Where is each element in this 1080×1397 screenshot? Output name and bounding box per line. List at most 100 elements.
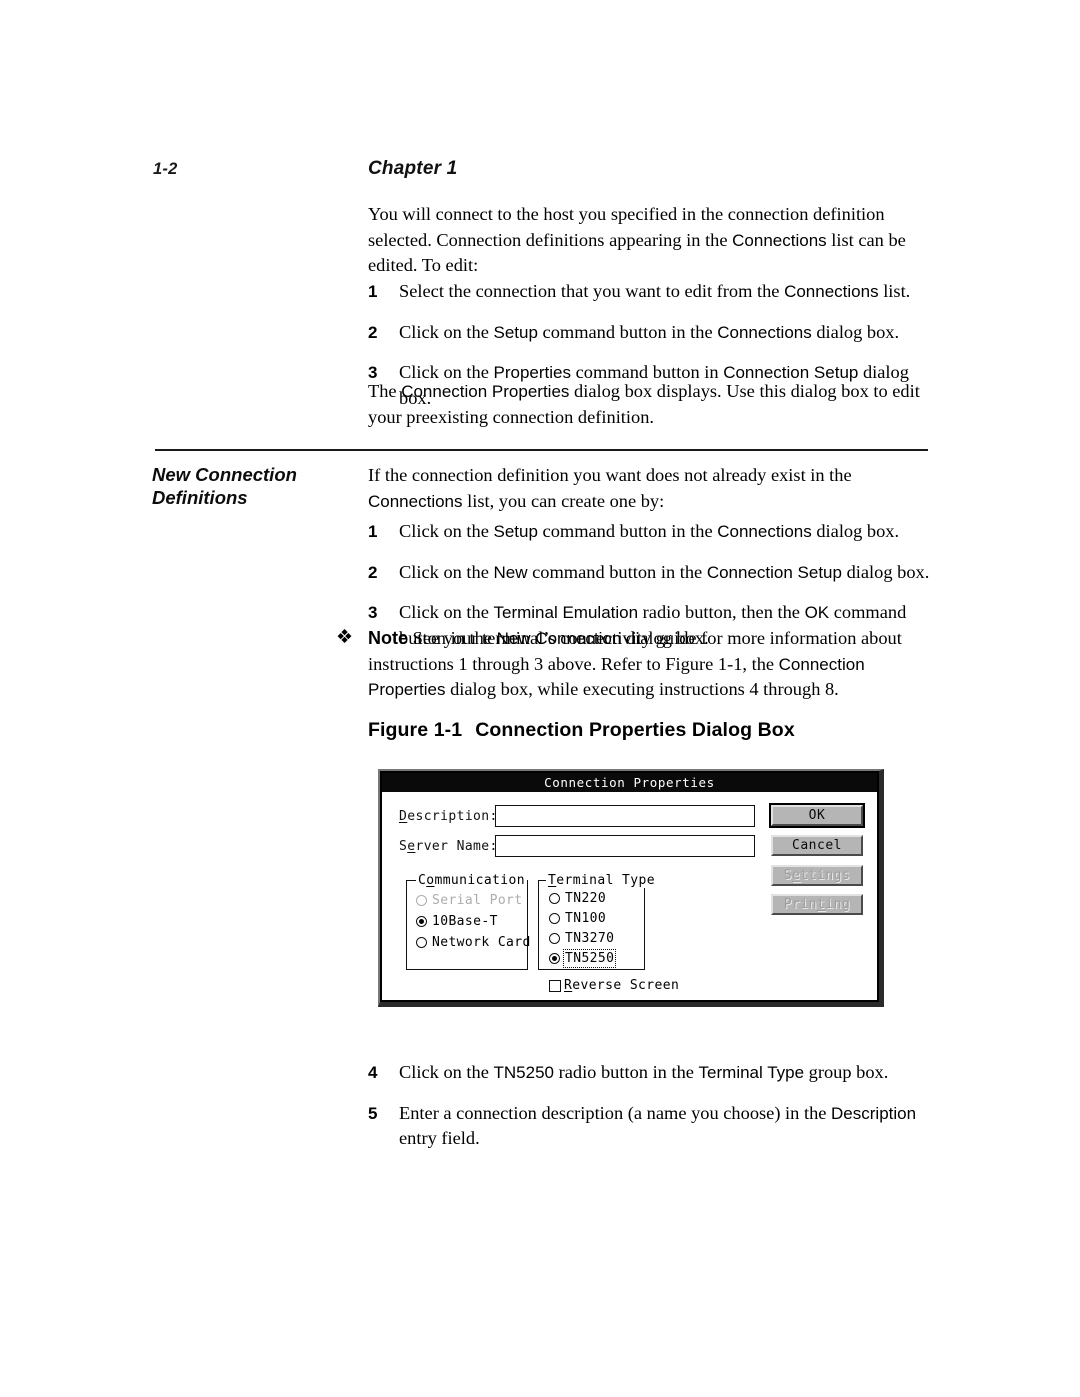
document-page: 1-2 Chapter 1 You will connect to the ho… <box>0 0 1080 1397</box>
server-name-label: Server Name: <box>399 839 498 854</box>
radio-tn100-icon <box>549 913 560 924</box>
step-text-post: dialog box. <box>811 521 900 541</box>
radio-serial-port[interactable]: Serial Port <box>416 893 523 908</box>
after-edit-block: The Connection Properties dialog box dis… <box>368 379 930 430</box>
note-block: ❖ Note See your terminal’s connectivity g… <box>336 626 930 703</box>
step-text-mid: command button in the <box>537 521 718 541</box>
chapter-heading: Chapter 1 <box>368 158 458 179</box>
list-item: 5 Enter a connection description (a name … <box>368 1101 930 1152</box>
step-text-mid: command button in the <box>527 561 707 582</box>
step-ui-term-2: Connections <box>717 522 812 541</box>
settings-button[interactable]: Settings <box>771 865 863 886</box>
printing-label-pre: Prin <box>783 897 817 912</box>
radio-tn5250-icon <box>549 953 560 964</box>
step-ui-term-2: Connections <box>717 322 812 342</box>
step-ui-term-2: Terminal Type <box>698 1063 805 1082</box>
sidehead-line-1: New Connection <box>152 464 297 485</box>
dialog-body: Description: Server Name: Communication … <box>382 792 877 1000</box>
step-text-mid: radio button in the <box>553 1062 699 1082</box>
step-number: 3 <box>368 603 378 623</box>
description-label: Description: <box>399 809 498 824</box>
radio-tn100-label: TN100 <box>565 911 607 926</box>
figure-title: Connection Properties Dialog Box <box>475 719 795 741</box>
terminal-type-group-title: Terminal Type <box>546 873 657 888</box>
step-text-post: group box. <box>804 1062 889 1082</box>
list-item: 1 Click on the Setup command button in th… <box>368 519 930 545</box>
step-text-pre: Click on the <box>399 521 494 541</box>
settings-label-rest: ttings <box>800 868 851 883</box>
step-ui-term: TN5250 <box>493 1063 554 1082</box>
server-name-label-pre: S <box>399 839 408 854</box>
section-sidehead: New Connection Definitions <box>152 463 362 509</box>
note-diamond-icon: ❖ <box>336 627 354 648</box>
description-input[interactable] <box>495 805 755 827</box>
note-body: ❖ Note See your terminal’s connectivity g… <box>336 626 930 703</box>
radio-tn220-label: TN220 <box>565 891 607 906</box>
step-number: 1 <box>368 282 378 301</box>
step-ui-term: Description <box>831 1103 917 1123</box>
page-number: 1-2 <box>153 160 178 178</box>
reverse-screen-accel: R <box>564 978 573 993</box>
reverse-screen-label-rest: everse Screen <box>572 978 680 993</box>
radio-network-card-label: Network Card <box>432 935 531 950</box>
step-text-post: list. <box>878 281 911 301</box>
intro-ui-term: Connections <box>732 230 827 250</box>
dialog-titlebar: Connection Properties <box>382 773 877 792</box>
cancel-button[interactable]: Cancel <box>771 835 863 856</box>
step-number: 4 <box>368 1063 378 1082</box>
radio-tn3270-label: TN3270 <box>565 931 615 946</box>
radio-10base-t[interactable]: 10Base-T <box>416 914 498 929</box>
step-ui-term: Connections <box>784 282 879 301</box>
after-edit-ui-term: Connection Properties <box>401 382 570 401</box>
note-label: Note <box>368 628 408 648</box>
radio-tn3270[interactable]: TN3270 <box>549 931 614 946</box>
reverse-screen-checkbox-row[interactable]: Reverse Screen <box>549 978 679 993</box>
radio-serial-port-label: Serial Port <box>432 893 523 908</box>
printing-button[interactable]: Printing <box>771 894 863 915</box>
list-item: 4 Click on the TN5250 radio button in the… <box>368 1060 930 1086</box>
radio-tn3270-icon <box>549 933 560 944</box>
note-text-post: dialog box, while executing instructions… <box>445 679 839 700</box>
step-ui-term: Setup <box>493 522 538 541</box>
figure-number: Figure 1-1 <box>368 719 463 741</box>
after-edit-paragraph: The Connection Properties dialog box dis… <box>368 379 930 430</box>
intro-paragraph: You will connect to the host you specifi… <box>368 202 930 279</box>
sidehead-line-2: Definitions <box>152 487 248 508</box>
list-item: 2 Click on the Setup command button in th… <box>368 320 930 346</box>
step-text-post: dialog box. <box>841 561 930 582</box>
ok-button[interactable]: OK <box>771 805 863 826</box>
radio-tn5250-label: TN5250 <box>562 949 617 968</box>
server-name-input[interactable] <box>495 835 755 857</box>
step-text-post: entry field. <box>399 1128 480 1149</box>
new-intro-pre: If the connection definition you want do… <box>368 465 852 485</box>
step-text-post: dialog box. <box>811 321 900 342</box>
step-ui-term-2: OK <box>804 603 830 623</box>
radio-network-card[interactable]: Network Card <box>416 935 531 950</box>
reverse-screen-checkbox-icon <box>549 979 561 992</box>
radio-serial-port-icon <box>416 895 427 906</box>
step-text-mid: radio button, then the <box>638 602 805 623</box>
step-text-mid: command button in the <box>537 321 718 342</box>
step-number: 2 <box>368 322 378 342</box>
new-connection-intro-block: If the connection definition you want do… <box>368 463 930 514</box>
radio-tn220[interactable]: TN220 <box>549 891 606 906</box>
radio-tn5250[interactable]: TN5250 <box>549 949 617 968</box>
dialog-title: Connection Properties <box>544 775 715 790</box>
reverse-screen-label: Reverse Screen <box>564 978 679 993</box>
radio-10base-t-label: 10Base-T <box>432 914 498 929</box>
connection-properties-dialog: Connection Properties Description: Serve… <box>378 769 884 1007</box>
step-ui-term-2: Connection Setup <box>706 562 842 582</box>
radio-tn220-icon <box>549 893 560 904</box>
intro-paragraph-block: You will connect to the host you specifi… <box>368 202 930 279</box>
new-intro-ui-term: Connections <box>368 491 463 511</box>
step-text-pre: Enter a connection description (a name y… <box>399 1102 832 1123</box>
radio-network-card-icon <box>416 937 427 948</box>
step-text-pre: Click on the <box>399 1062 494 1082</box>
terminal-type-title-rest: erminal Type <box>556 873 655 888</box>
radio-tn100[interactable]: TN100 <box>549 911 606 926</box>
settings-label-pre: S <box>783 868 793 883</box>
settings-button-label: Settings <box>784 868 851 883</box>
description-accel: D <box>399 809 408 824</box>
cancel-button-label: Cancel <box>792 838 842 853</box>
step-ui-term: New <box>493 562 528 582</box>
